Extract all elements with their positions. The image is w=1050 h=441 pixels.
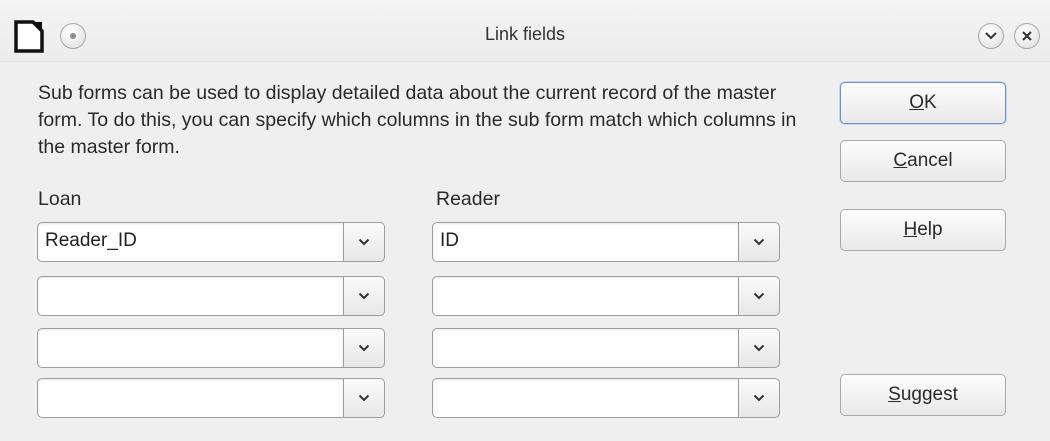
chevron-down-icon	[358, 292, 370, 300]
suggest-button[interactable]: Suggest	[840, 374, 1006, 416]
chevron-down-icon	[985, 32, 997, 40]
suggest-mnemonic: S	[888, 384, 901, 405]
link-fields-dialog: Link fields Sub forms can be used to dis…	[0, 0, 1050, 441]
reader-field-input-3[interactable]	[432, 328, 739, 368]
loan-field-dropdown-2[interactable]	[343, 276, 385, 316]
reader-field-dropdown-2[interactable]	[738, 276, 780, 316]
ok-label-rest: K	[924, 92, 937, 113]
chevron-down-icon	[753, 344, 765, 352]
reader-field-combo-4[interactable]	[432, 378, 780, 418]
chevron-down-icon	[753, 238, 765, 246]
reader-field-input-2[interactable]	[432, 276, 739, 316]
loan-column-label: Loan	[38, 188, 82, 210]
chevron-down-icon	[753, 394, 765, 402]
chevron-down-icon	[358, 394, 370, 402]
loan-field-dropdown-3[interactable]	[343, 328, 385, 368]
loan-field-combo-4[interactable]	[37, 378, 385, 418]
reader-field-combo-1[interactable]: ID	[432, 222, 780, 262]
loan-field-dropdown-1[interactable]	[343, 222, 385, 262]
help-mnemonic: H	[903, 219, 918, 240]
reader-field-dropdown-4[interactable]	[738, 378, 780, 418]
close-button[interactable]	[1014, 23, 1040, 49]
window-title: Link fields	[484, 24, 566, 44]
loan-field-input-2[interactable]	[37, 276, 344, 316]
cancel-mnemonic: C	[893, 150, 908, 171]
reader-field-dropdown-1[interactable]	[738, 222, 780, 262]
loan-field-dropdown-4[interactable]	[343, 378, 385, 418]
loan-field-combo-3[interactable]	[37, 328, 385, 368]
loan-field-combo-2[interactable]	[37, 276, 385, 316]
loan-field-input-3[interactable]	[37, 328, 344, 368]
close-icon	[1022, 31, 1032, 41]
ok-button[interactable]: OK	[840, 82, 1006, 124]
reader-column-label: Reader	[436, 188, 500, 210]
suggest-label-rest: uggest	[900, 384, 958, 405]
loan-field-input-1[interactable]: Reader_ID	[37, 222, 344, 262]
reader-field-input-4[interactable]	[432, 378, 739, 418]
reader-field-combo-3[interactable]	[432, 328, 780, 368]
title-bar: Link fields	[0, 0, 1050, 62]
reader-field-combo-2[interactable]	[432, 276, 780, 316]
cancel-button[interactable]: Cancel	[840, 140, 1006, 182]
help-label-rest: elp	[917, 219, 943, 240]
loan-field-combo-1[interactable]: Reader_ID	[37, 222, 385, 262]
cancel-label-rest: ancel	[907, 150, 953, 171]
help-button[interactable]: Help	[840, 209, 1006, 251]
loan-field-input-4[interactable]	[37, 378, 344, 418]
reader-field-dropdown-3[interactable]	[738, 328, 780, 368]
ok-mnemonic: O	[909, 92, 925, 113]
chevron-down-icon	[753, 292, 765, 300]
reader-field-input-1[interactable]: ID	[432, 222, 739, 262]
chevron-down-icon	[358, 238, 370, 246]
minimize-button[interactable]	[978, 23, 1004, 49]
chevron-down-icon	[358, 344, 370, 352]
description-text: Sub forms can be used to display detaile…	[38, 82, 797, 158]
